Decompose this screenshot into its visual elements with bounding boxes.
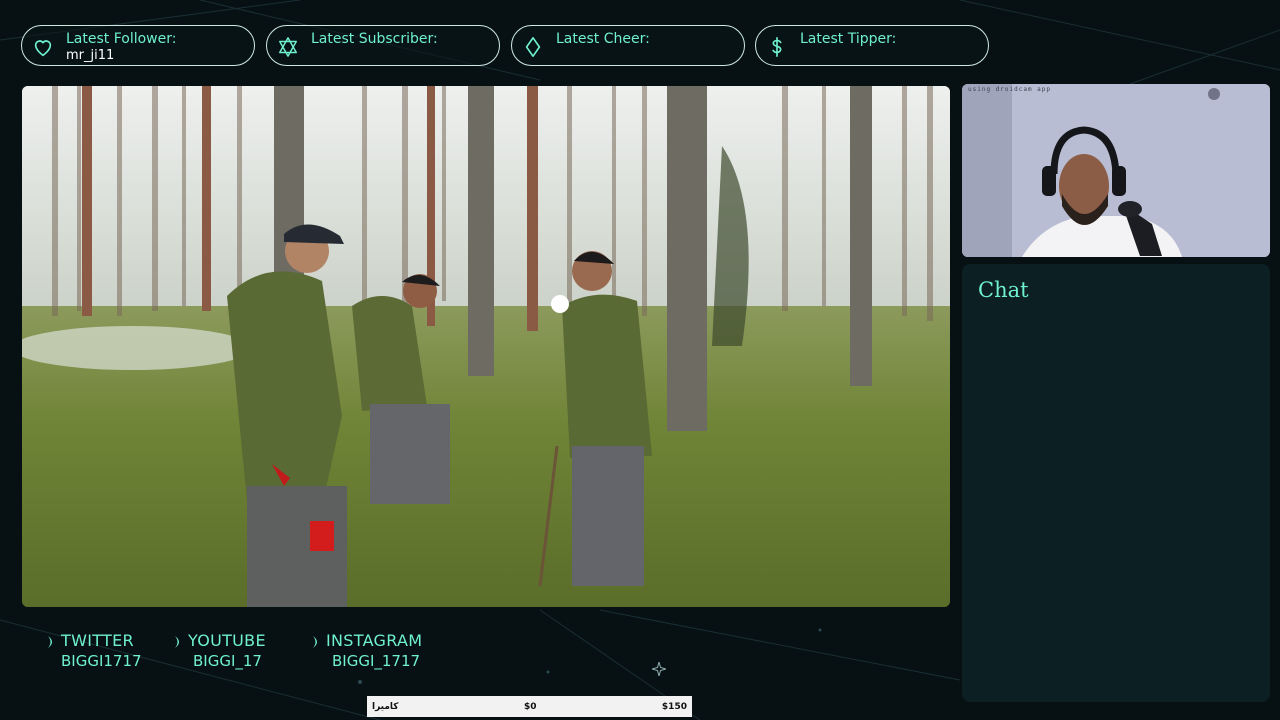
goal-label: كاميرا bbox=[372, 701, 399, 712]
goal-current: $0 bbox=[523, 701, 537, 712]
social-name: INSTAGRAM bbox=[326, 631, 423, 650]
heart-icon bbox=[32, 33, 54, 61]
latest-tipper-alert: Latest Tipper: bbox=[755, 25, 989, 66]
alert-value: mr_ji11 bbox=[66, 48, 115, 63]
crescent-icon bbox=[313, 636, 317, 648]
star-of-david-icon bbox=[277, 33, 299, 61]
crescent-icon bbox=[175, 636, 179, 648]
dollar-icon bbox=[766, 33, 788, 61]
alert-label: Latest Cheer: bbox=[556, 31, 650, 47]
crescent-icon bbox=[48, 636, 52, 648]
webcam-feed: using droidcam app bbox=[962, 84, 1270, 257]
alert-label: Latest Tipper: bbox=[800, 31, 897, 47]
latest-subscriber-alert: Latest Subscriber: bbox=[266, 25, 500, 66]
webcam-overlay-text: using droidcam app bbox=[968, 86, 1052, 93]
social-name: YOUTUBE bbox=[188, 631, 266, 650]
webcam-image bbox=[962, 84, 1270, 257]
alert-label: Latest Subscriber: bbox=[311, 31, 438, 47]
donation-goal-bar: كاميرا $0 $150 bbox=[367, 696, 692, 717]
goal-target: $150 bbox=[661, 701, 687, 712]
forest-scene-image bbox=[22, 86, 950, 607]
chat-title: Chat bbox=[978, 278, 1029, 302]
alert-label: Latest Follower: bbox=[66, 31, 177, 47]
main-video-feed bbox=[22, 86, 950, 607]
social-handle: BIGGI1717 bbox=[61, 652, 142, 670]
latest-cheer-alert: Latest Cheer: bbox=[511, 25, 745, 66]
social-handle: BIGGI_17 bbox=[193, 652, 262, 670]
latest-follower-alert: Latest Follower: mr_ji11 bbox=[21, 25, 255, 66]
social-twitter[interactable]: TWITTER BIGGI1717 bbox=[45, 632, 142, 671]
diamond-icon bbox=[522, 33, 544, 61]
sparkle-icon bbox=[652, 662, 666, 676]
social-handle: BIGGI_1717 bbox=[332, 652, 421, 670]
social-youtube[interactable]: YOUTUBE BIGGI_17 bbox=[172, 632, 266, 671]
chat-panel: Chat bbox=[962, 264, 1270, 702]
social-instagram[interactable]: INSTAGRAM BIGGI_1717 bbox=[310, 632, 422, 671]
social-name: TWITTER bbox=[61, 631, 134, 650]
